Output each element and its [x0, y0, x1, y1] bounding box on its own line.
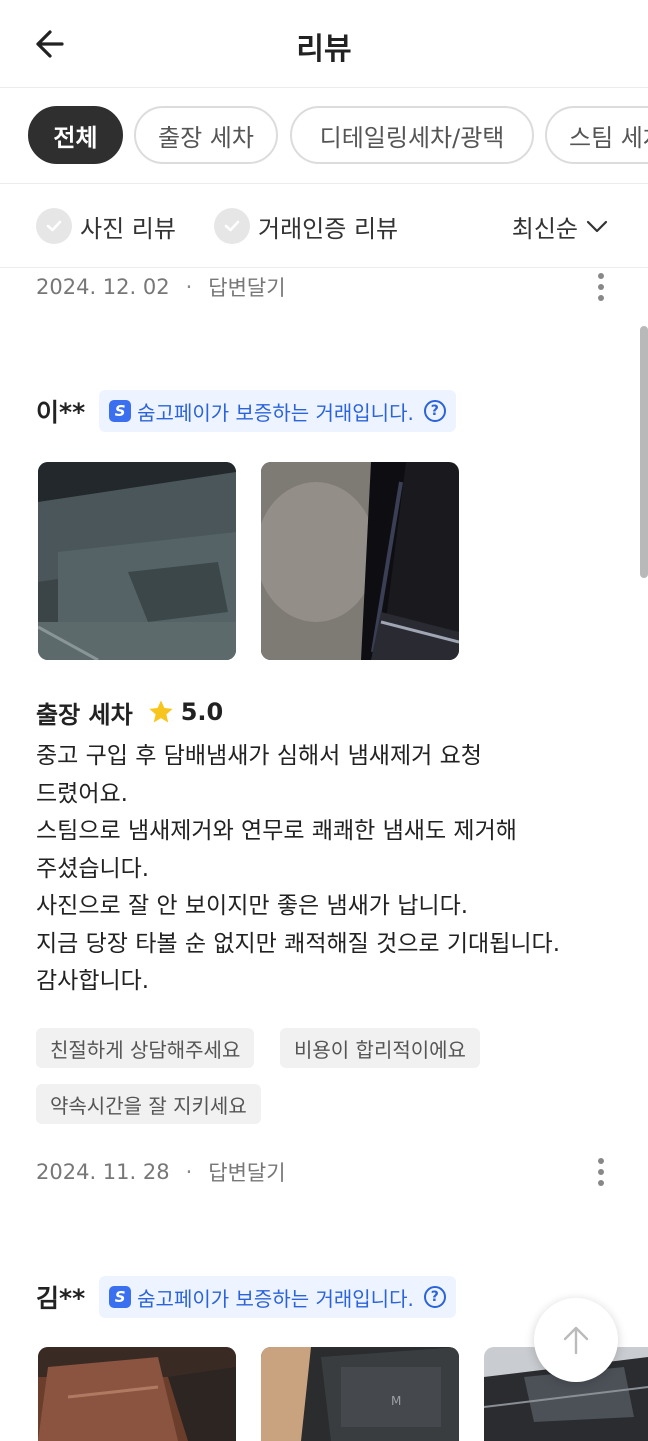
reviewer-row: 김** S 숨고페이가 보증하는 거래입니다. ?: [36, 1276, 456, 1318]
verified-review-label: 거래인증 리뷰: [258, 214, 399, 243]
reply-link[interactable]: 답변달기: [208, 1157, 285, 1187]
app-header: 리뷰: [0, 0, 648, 88]
review-text-line: 주셨습니다.: [36, 855, 150, 882]
review-photo[interactable]: M: [261, 1347, 459, 1441]
check-icon: [214, 208, 250, 244]
reviewer-name: 김**: [36, 1284, 86, 1313]
sort-label: 최신순: [511, 214, 578, 243]
chip-steam-wash[interactable]: 스팀 세차: [545, 106, 648, 164]
reviewer-name: 이**: [36, 398, 86, 427]
review-photo[interactable]: [261, 462, 459, 660]
separator-dot: ·: [185, 1160, 193, 1184]
review-meta: 2024. 11. 28 · 답변달기: [36, 1152, 612, 1192]
photo-review-label: 사진 리뷰: [80, 214, 176, 243]
verified-review-filter[interactable]: 거래인증 리뷰: [214, 206, 398, 246]
more-button[interactable]: [586, 267, 616, 307]
arrow-up-icon: [563, 1326, 589, 1355]
soomgo-pay-badge[interactable]: S 숨고페이가 보증하는 거래입니다. ?: [99, 1276, 456, 1318]
review-text-line: 드렸어요.: [36, 780, 128, 807]
service-rating-row: 출장 세차 5.0: [36, 694, 223, 730]
review-date: 2024. 11. 28: [36, 1160, 170, 1184]
review-text: 중고 구입 후 담배냄새가 심해서 냄새제거 요청 드렸어요. 스팀으로 냄새제…: [36, 738, 616, 1001]
reviewer-row: 이** S 숨고페이가 보증하는 거래입니다. ?: [36, 390, 456, 432]
service-name: 출장 세차: [36, 700, 133, 729]
soomgo-pay-icon: S: [109, 1286, 132, 1308]
review-text-line: 감사합니다.: [36, 968, 150, 994]
review-text-line: 스팀으로 냄새제거와 연무로 쾌쾌한 냄새도 제거해: [36, 818, 517, 844]
star-icon: [149, 700, 173, 723]
review-text-line: 사진으로 잘 안 보이지만 좋은 냄새가 납니다.: [36, 893, 469, 919]
pay-badge-label: 숨고페이가 보증하는 거래입니다.: [137, 1286, 414, 1311]
scroll-top-button[interactable]: [534, 1298, 618, 1382]
rating-value: 5.0: [180, 698, 224, 726]
chip-all[interactable]: 전체: [28, 106, 123, 164]
photo-review-filter[interactable]: 사진 리뷰: [36, 206, 176, 246]
more-button[interactable]: [586, 1152, 616, 1192]
help-circle-icon[interactable]: ?: [423, 400, 446, 422]
chip-detailing[interactable]: 디테일링세차/광택: [290, 106, 534, 164]
review-tag: 비용이 합리적이에요: [280, 1028, 480, 1068]
more-vertical-icon: [598, 1158, 604, 1186]
review-meta: 2024. 12. 02 · 답변달기: [36, 267, 612, 307]
help-circle-icon[interactable]: ?: [423, 1286, 446, 1308]
reply-link[interactable]: 답변달기: [208, 272, 285, 302]
review-tag: 친절하게 상담해주세요: [36, 1028, 255, 1068]
sort-dropdown[interactable]: 최신순: [512, 206, 610, 246]
soomgo-pay-icon: S: [109, 400, 132, 422]
category-chips: 전체 출장 세차 디테일링세차/광택 스팀 세차: [0, 88, 648, 184]
check-icon: [36, 208, 72, 244]
review-photo[interactable]: [38, 1347, 236, 1441]
chevron-down-icon: [586, 220, 608, 233]
filter-bar: 사진 리뷰 거래인증 리뷰 최신순: [0, 184, 648, 268]
separator-dot: ·: [185, 275, 193, 299]
page-title: 리뷰: [296, 32, 352, 67]
scrollbar[interactable]: [640, 326, 648, 578]
review-tag: 약속시간을 잘 지키세요: [36, 1084, 261, 1124]
review-text-line: 지금 당장 타볼 순 없지만 쾌적해질 것으로 기대됩니다.: [36, 930, 561, 957]
svg-text:M: M: [391, 1394, 401, 1408]
pay-badge-label: 숨고페이가 보증하는 거래입니다.: [137, 400, 414, 425]
review-date: 2024. 12. 02: [36, 275, 170, 299]
soomgo-pay-badge[interactable]: S 숨고페이가 보증하는 거래입니다. ?: [99, 390, 456, 432]
chip-mobile-wash[interactable]: 출장 세차: [134, 106, 278, 164]
more-vertical-icon: [598, 273, 604, 301]
review-text-line: 중고 구입 후 담배냄새가 심해서 냄새제거 요청: [36, 743, 482, 769]
review-photo[interactable]: [38, 462, 236, 660]
